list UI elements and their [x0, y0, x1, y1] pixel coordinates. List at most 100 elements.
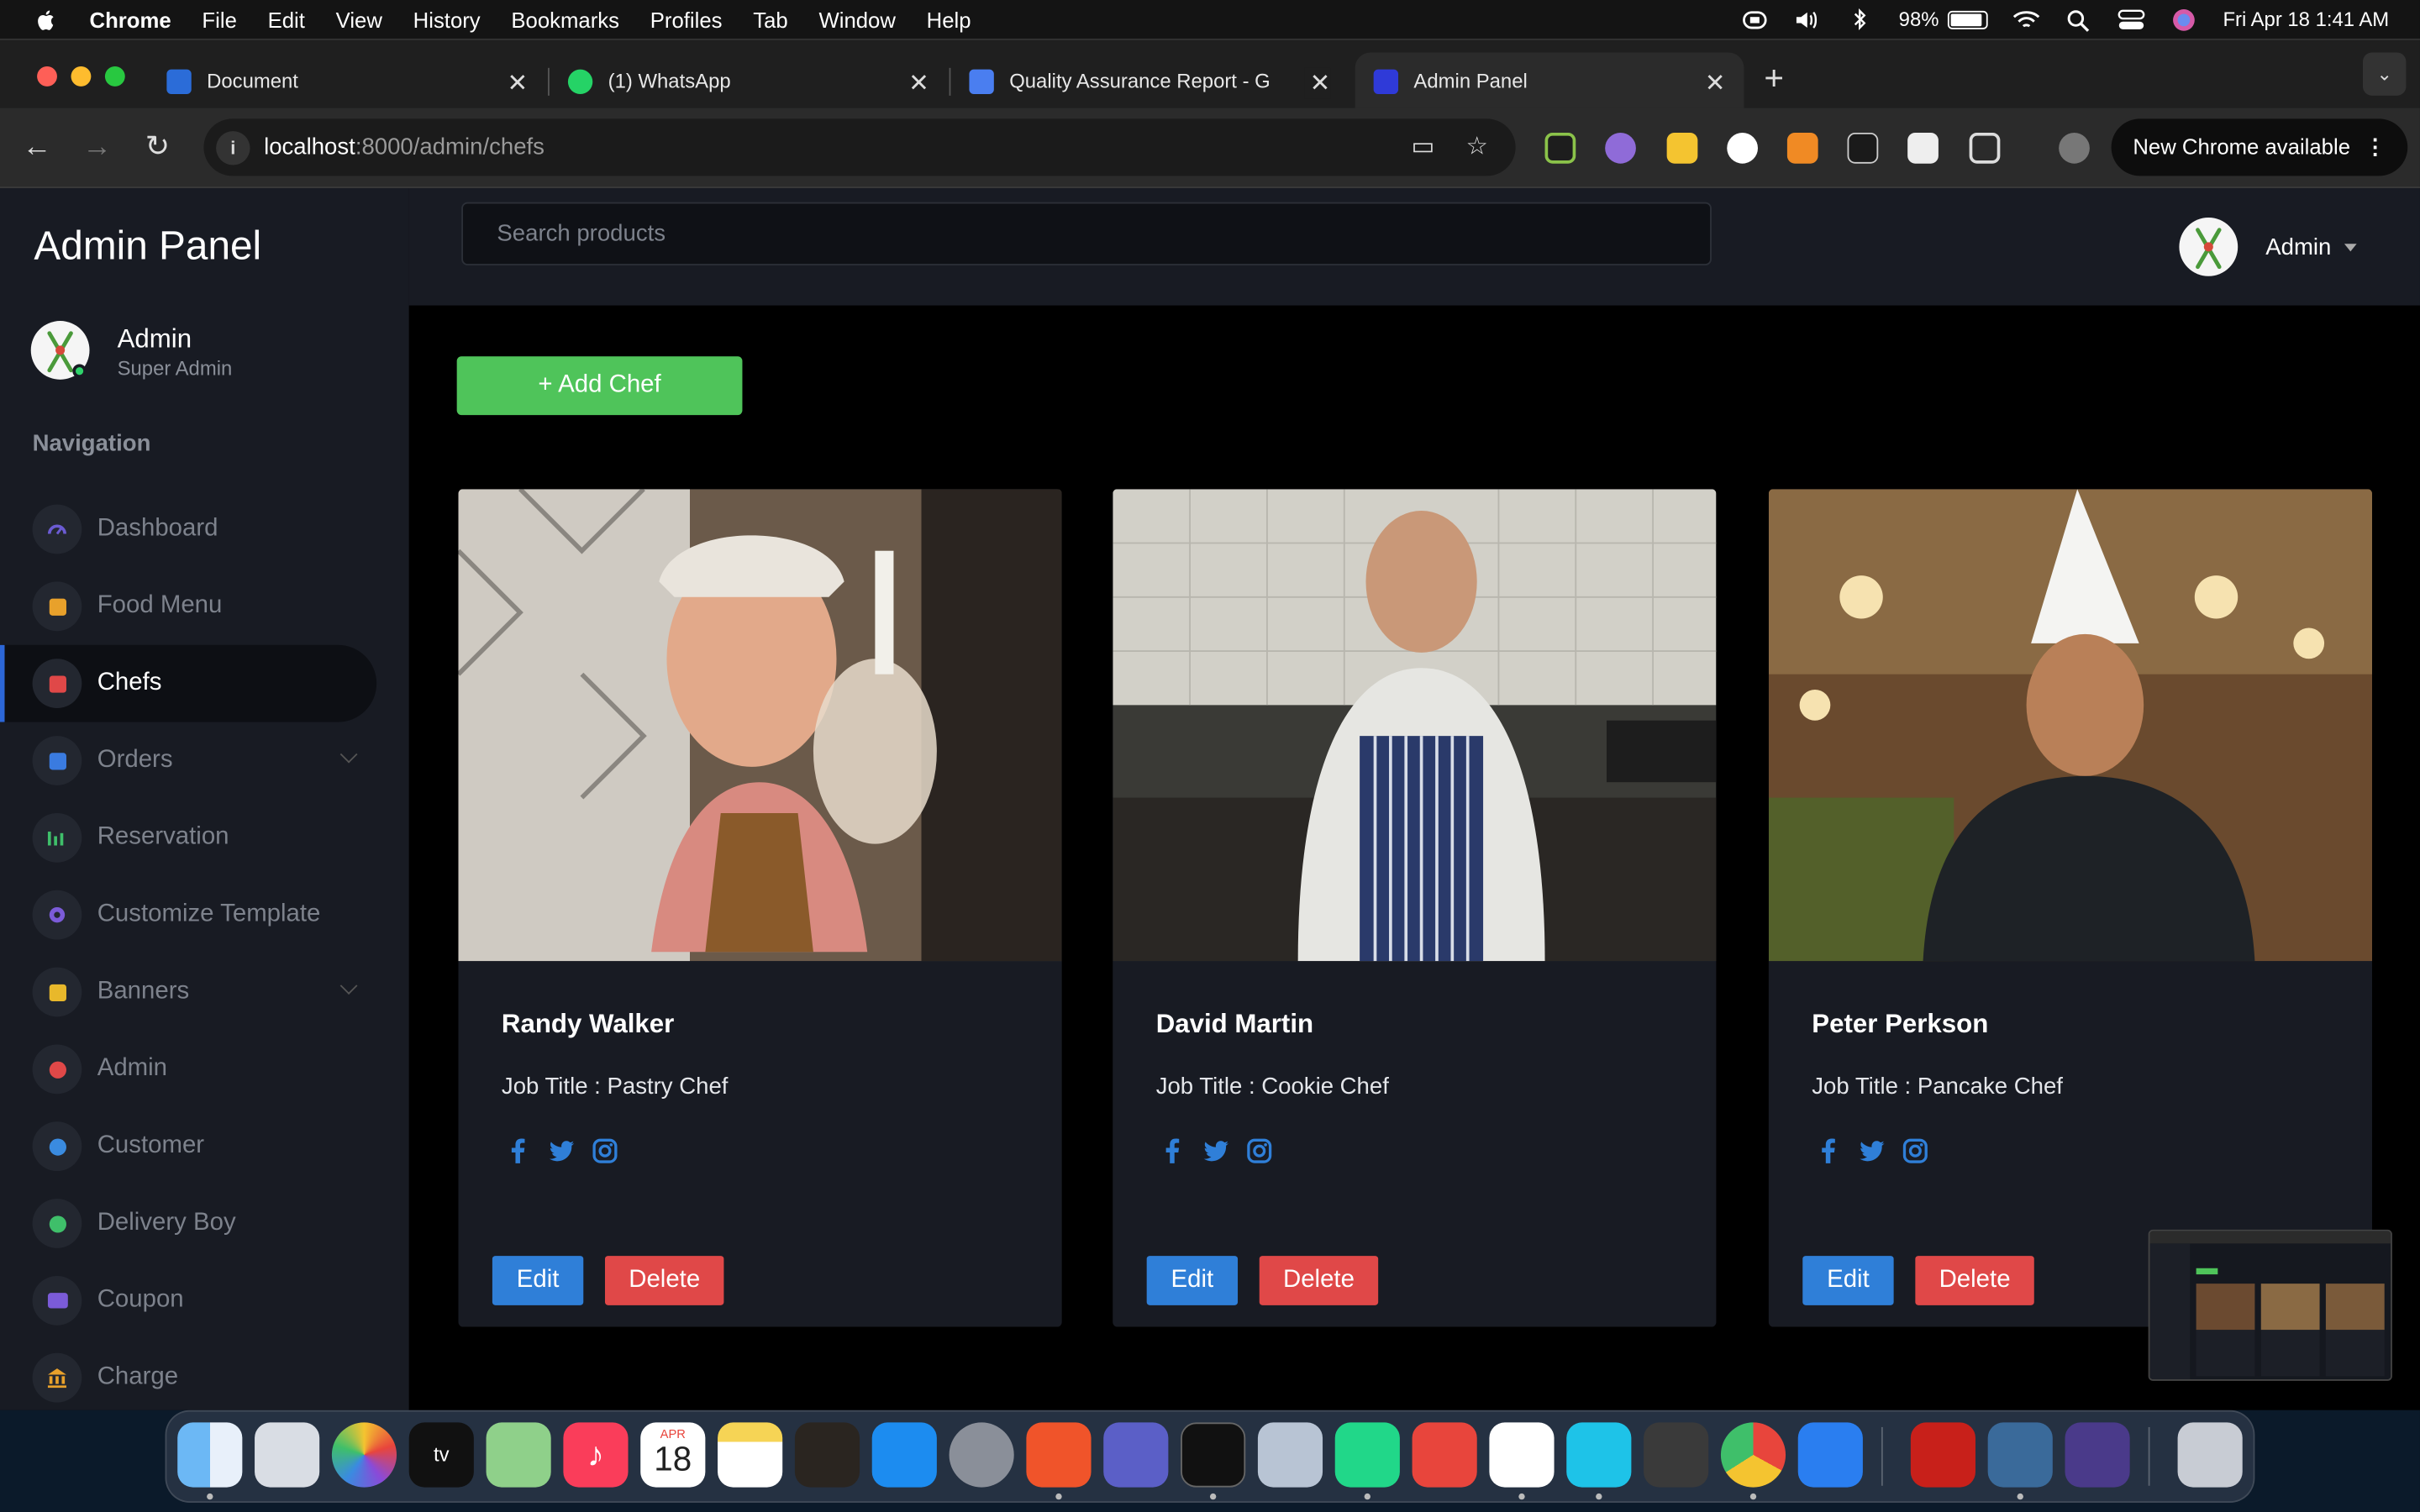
battery-status[interactable]: 98% [1899, 8, 1989, 31]
add-chef-button[interactable]: + Add Chef [456, 356, 743, 416]
new-chrome-available-button[interactable]: New Chrome available ⋮ [2111, 118, 2408, 176]
tab-document[interactable]: Document ✕ [148, 52, 550, 109]
tableplus-icon[interactable] [1644, 1422, 1709, 1488]
calendar-icon[interactable]: APR 18 [640, 1422, 706, 1488]
spotlight-search-icon[interactable] [2065, 7, 2093, 31]
card-icon[interactable]: ▭ [1407, 133, 1439, 164]
facebook-icon[interactable] [1815, 1137, 1843, 1165]
edit-button[interactable]: Edit [1802, 1256, 1894, 1305]
notes-icon[interactable] [718, 1422, 783, 1488]
sidebar-item-customize-template[interactable]: Customize Template [0, 876, 376, 953]
system-settings-icon[interactable] [949, 1422, 1014, 1488]
zoom-window-button[interactable] [104, 66, 125, 87]
menu-clock[interactable]: Fri Apr 18 1:41 AM [2223, 8, 2389, 31]
vscode-icon[interactable] [1489, 1422, 1555, 1488]
acrobat-icon[interactable] [1910, 1422, 1975, 1488]
webstorm-icon[interactable] [1566, 1422, 1632, 1488]
volume-icon[interactable] [1794, 7, 1822, 31]
brave-icon[interactable] [1026, 1422, 1092, 1488]
menu-file[interactable]: File [202, 7, 236, 31]
close-window-button[interactable] [37, 66, 57, 87]
sidebar-item-admin[interactable]: Admin [0, 1031, 376, 1108]
sidebar-item-coupon[interactable]: Coupon [0, 1262, 376, 1339]
finder-icon[interactable] [177, 1422, 243, 1488]
brand-title[interactable]: Admin Panel [34, 222, 261, 270]
facebook-icon[interactable] [505, 1137, 533, 1165]
siri-icon[interactable] [2170, 7, 2198, 31]
new-tab-plus-icon[interactable]: + [1764, 59, 1784, 99]
dots-ext-icon[interactable] [1847, 132, 1879, 164]
photos-icon[interactable] [331, 1422, 397, 1488]
sidebar-item-reservation[interactable]: Reservation [0, 799, 376, 876]
search-input[interactable] [463, 203, 1711, 265]
xcode-instruments-icon[interactable] [1797, 1422, 1863, 1488]
chart-ext-icon[interactable] [1544, 132, 1576, 164]
user-menu[interactable]: Admin [2179, 217, 2356, 276]
menu-bookmarks[interactable]: Bookmarks [511, 7, 619, 31]
speed-ext-icon[interactable] [1727, 132, 1759, 164]
trash-icon[interactable] [2177, 1422, 2243, 1488]
menu-profiles[interactable]: Profiles [650, 7, 723, 31]
bluetooth-icon[interactable] [1846, 7, 1874, 31]
twitter-icon[interactable] [1858, 1137, 1886, 1165]
sidebar-item-delivery-boy[interactable]: Delivery Boy [0, 1185, 376, 1263]
sidebar-item-chefs[interactable]: Chefs [0, 644, 377, 722]
twitter-icon[interactable] [548, 1137, 576, 1165]
chevron-down-icon[interactable] [339, 745, 358, 764]
intellij-icon[interactable] [1412, 1422, 1477, 1488]
garageband-icon[interactable] [794, 1422, 860, 1488]
music-icon[interactable]: ♪ [563, 1422, 629, 1488]
reload-icon[interactable]: ↻ [139, 129, 176, 166]
terminal-icon[interactable] [1181, 1422, 1246, 1488]
minimize-window-button[interactable] [71, 66, 92, 87]
maps-icon[interactable] [486, 1422, 551, 1488]
close-tab-icon[interactable]: ✕ [1705, 68, 1726, 99]
db-tool-icon[interactable] [2065, 1422, 2130, 1488]
close-tab-icon[interactable]: ✕ [508, 68, 529, 99]
tab-whatsapp[interactable]: (1) WhatsApp ✕ [550, 52, 951, 109]
vpn-icon[interactable] [1741, 7, 1769, 31]
instagram-icon[interactable] [1902, 1137, 1929, 1165]
tab-admin-panel[interactable]: Admin Panel ✕ [1355, 52, 1744, 110]
tab-search-chevron-icon[interactable]: ⌄ [2362, 52, 2407, 96]
delete-button[interactable]: Delete [1259, 1256, 1379, 1305]
app-store-icon[interactable] [871, 1422, 937, 1488]
screenshot-thumbnail[interactable] [2148, 1229, 2392, 1381]
sidebar-item-charge[interactable]: Charge [0, 1339, 376, 1410]
control-center-icon[interactable] [2118, 7, 2146, 31]
pycharm-icon[interactable] [1334, 1422, 1400, 1488]
instagram-icon[interactable] [1245, 1137, 1273, 1165]
sidebar-profile[interactable]: Admin Super Admin [30, 321, 232, 380]
profile-avatar-icon[interactable] [2059, 132, 2090, 164]
mysql-workbench-icon[interactable] [1987, 1422, 2053, 1488]
facebook-icon[interactable] [1159, 1137, 1186, 1165]
url-text[interactable]: localhost:8000/admin/chefs [264, 134, 544, 160]
close-tab-icon[interactable]: ✕ [1303, 67, 1331, 99]
chrome-icon[interactable] [1720, 1422, 1786, 1488]
sidebar-item-food-menu[interactable]: Food Menu [0, 568, 376, 645]
menu-app-name[interactable]: Chrome [90, 7, 171, 31]
delete-button[interactable]: Delete [604, 1256, 724, 1305]
menu-history[interactable]: History [413, 7, 481, 31]
menu-view[interactable]: View [336, 7, 382, 31]
teams-icon[interactable] [1103, 1422, 1169, 1488]
twitter-icon[interactable] [1202, 1137, 1230, 1165]
wifi-icon[interactable] [2013, 7, 2041, 31]
sidebar-item-banners[interactable]: Banners [0, 953, 376, 1031]
bookmark-star-icon[interactable]: ☆ [1461, 133, 1492, 164]
puzzle-icon[interactable] [1969, 132, 2001, 164]
menu-help[interactable]: Help [927, 7, 971, 31]
address-bar[interactable]: i localhost:8000/admin/chefs ▭ ☆ [203, 118, 1516, 176]
apple-logo-icon[interactable] [34, 7, 58, 31]
menu-tab[interactable]: Tab [753, 7, 787, 31]
grid-ext-icon[interactable] [1907, 132, 1939, 164]
chevron-down-icon[interactable] [339, 977, 358, 995]
site-info-icon[interactable]: i [216, 131, 250, 165]
s-ext-icon[interactable] [1666, 132, 1698, 164]
sidebar-item-orders[interactable]: Orders [0, 722, 376, 800]
orange-ext-icon[interactable] [1786, 132, 1818, 164]
cloud-ext-icon[interactable] [1605, 132, 1636, 164]
sidebar-item-customer[interactable]: Customer [0, 1108, 376, 1185]
sidebar-item-dashboard[interactable]: Dashboard [0, 491, 376, 568]
menu-edit[interactable]: Edit [268, 7, 305, 31]
